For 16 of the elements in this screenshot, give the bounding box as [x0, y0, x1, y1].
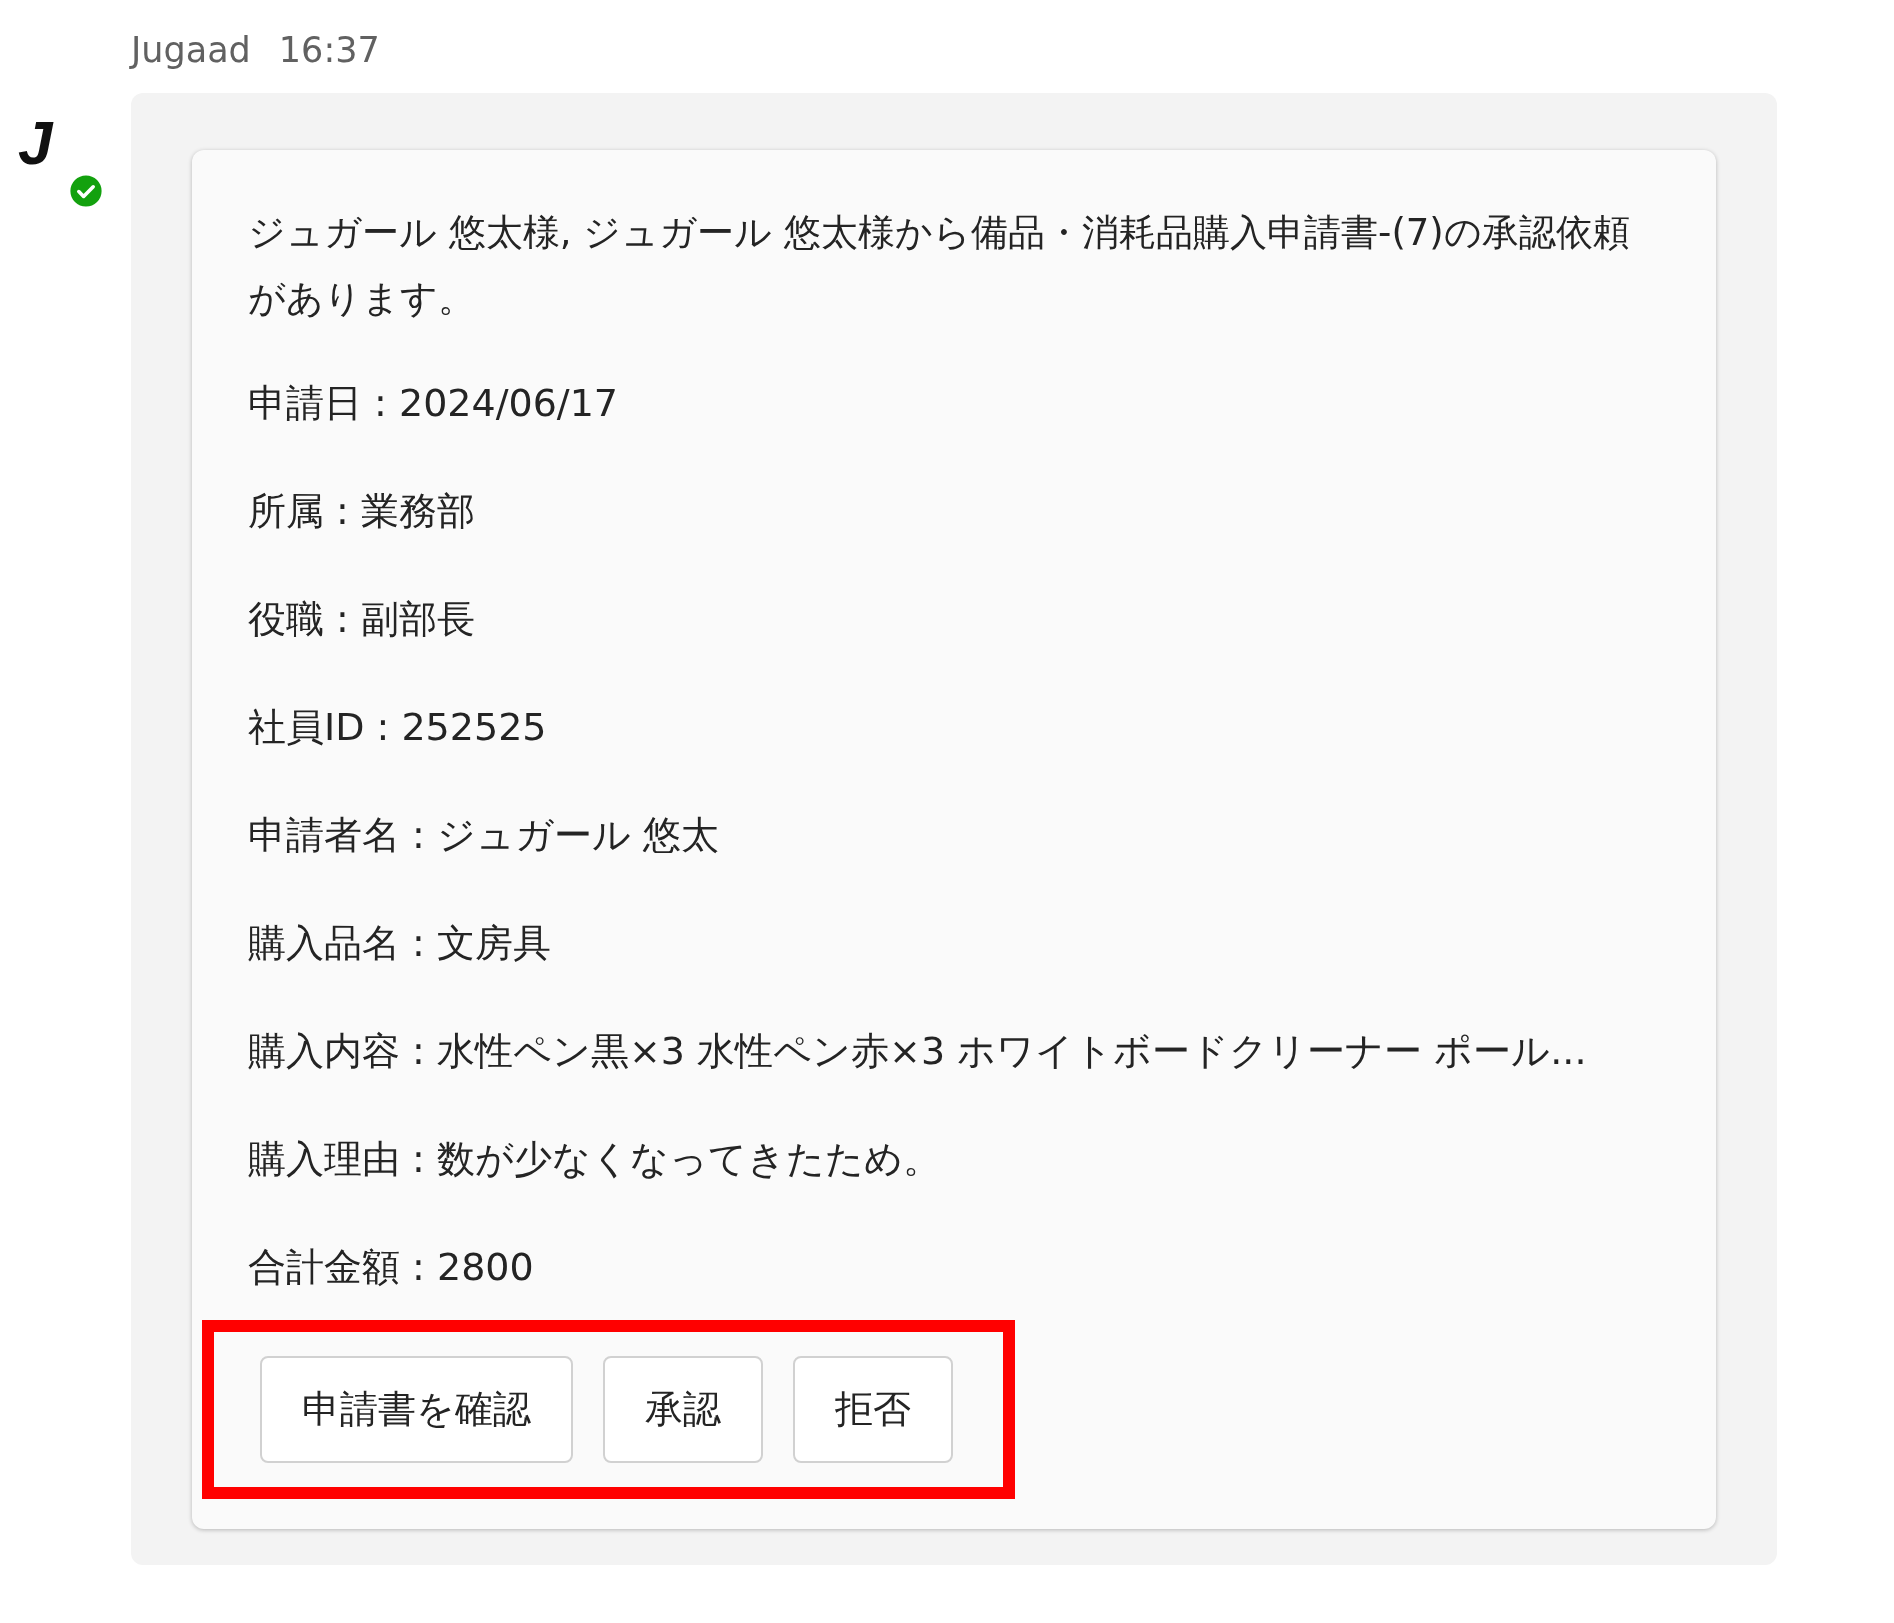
field-text: 所属 : 業務部 — [248, 488, 476, 535]
avatar: J — [18, 112, 55, 174]
action-button[interactable]: 申請書を確認 — [260, 1356, 573, 1463]
field-text: 購入品名 : 文房具 — [248, 920, 552, 967]
timestamp: 16:37 — [278, 30, 380, 70]
sender-name: Jugaad — [131, 30, 251, 70]
field-text: 役職 : 副部長 — [248, 596, 476, 643]
field-text: 合計金額 : 2800 — [248, 1244, 535, 1291]
field-text: 申請者名 : ジュガール 悠太 — [248, 812, 721, 859]
message-text: ジュガール 悠太様, ジュガール 悠太様から備品・消耗品購入申請書-(7)の承認依頼があります。 — [248, 210, 1631, 322]
field-text: 購入理由 : 数が少なくなってきたため。 — [248, 1136, 942, 1183]
field-text: 購入内容 : 水性ペン黒×3 水性ペン赤×3 ホワイトボードクリーナー ポール... — [248, 1028, 1588, 1075]
field-text: 申請日 : 2024/06/17 — [248, 380, 619, 427]
action-button[interactable]: 拒否 — [793, 1356, 953, 1463]
action-button[interactable]: 承認 — [603, 1356, 763, 1463]
field-text: 社員ID : 252525 — [248, 704, 548, 751]
